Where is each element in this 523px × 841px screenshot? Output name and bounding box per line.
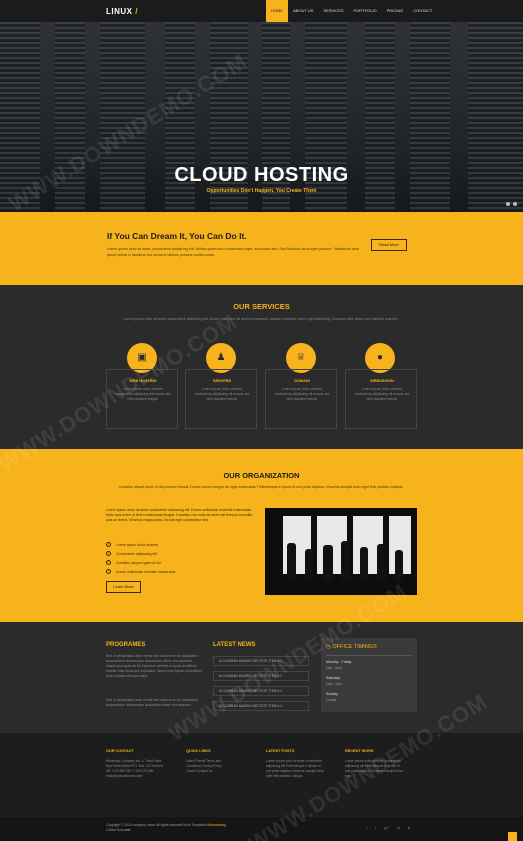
organization-title: OUR ORGANIZATION xyxy=(223,471,300,480)
programs-text: Sed ut perspiciatis unde omnis iste natu… xyxy=(106,654,202,678)
footer-col-text: Lorem ipsum dolor sit amet consectetur a… xyxy=(266,759,325,778)
source-link[interactable]: cwd xyxy=(125,828,131,832)
news-item[interactable]: ACCUMSAN MAURIS NECTEST ITEM # 3 xyxy=(213,686,309,696)
site-logo[interactable]: LINUX / xyxy=(106,7,138,16)
nav-about[interactable]: ABOUT US xyxy=(288,0,318,22)
check-icon: ✓ xyxy=(106,569,111,574)
linkedin-icon[interactable]: in xyxy=(397,825,400,830)
info-section: PROGRAMES Sed ut perspiciatis unde omnis… xyxy=(0,622,523,733)
service-name: WEBDESIGN xyxy=(370,379,394,383)
photo-person xyxy=(305,549,313,581)
learn-more-button[interactable]: Learn More xyxy=(106,581,141,593)
photo-person xyxy=(377,544,387,581)
list-item: ✓ Lorem ipsum dolor sit amet xyxy=(106,542,159,547)
check-icon: ✓ xyxy=(106,560,111,565)
bottom-bar: Copyright © 2014 company name All rights… xyxy=(0,817,523,841)
office-title: ◷ OFFICE TIMINGS xyxy=(326,644,377,650)
news-item[interactable]: ACCUMSAN MAURIS NECTEST ITEM # 2 xyxy=(213,671,309,681)
service-text: Lorem ipsum dolor sit amet consectetur a… xyxy=(274,387,330,401)
service-name: SERVERS xyxy=(212,379,232,383)
service-card-webdesign[interactable]: WEBDESIGN Lorem ipsum dolor sit amet con… xyxy=(345,369,417,429)
office-day: Saturday xyxy=(326,676,341,680)
service-name: WEB HOSTING xyxy=(129,379,157,383)
service-text: Lorem ipsum dolor sit amet consectetur a… xyxy=(354,387,410,401)
services-title: OUR SERVICES xyxy=(233,302,290,311)
hero-subtitle: Opportunities Don't Happen, You Create T… xyxy=(206,188,317,194)
office-hours: 9am - 6pm xyxy=(326,666,342,670)
photo-person xyxy=(287,543,296,581)
clock-icon: ◷ xyxy=(326,644,331,650)
photo-person xyxy=(341,541,350,581)
pinterest-icon[interactable]: p xyxy=(408,825,410,830)
photo-person xyxy=(395,550,403,581)
footer-col-title: QUICK LINKS xyxy=(186,749,211,753)
top-navbar: LINUX / HOME ABOUT US SERVICES PORTFOLIO… xyxy=(0,0,523,22)
footer-links[interactable]: Latest Events Terms and Conditions Priva… xyxy=(186,759,226,774)
service-card-domain[interactable]: DOMAIN Lorem ipsum dolor sit amet consec… xyxy=(265,369,337,429)
office-photo xyxy=(265,508,417,595)
list-item: ✓ Curabitur aliquet quam id dui xyxy=(106,560,161,565)
main-nav: HOME ABOUT US SERVICES PORTFOLIO PRICING… xyxy=(266,0,437,22)
photo-person xyxy=(360,547,368,581)
hero-title: CLOUD HOSTING xyxy=(174,164,349,186)
service-text: Lorem ipsum dolor sit amet consectetur a… xyxy=(115,387,171,401)
organization-section: OUR ORGANIZATION Curabitur aliquet quam … xyxy=(0,449,523,622)
footer-col-title: OUR CONTACT xyxy=(106,749,134,753)
google-plus-icon[interactable]: g+ xyxy=(384,825,389,830)
programs-title: PROGRAMES xyxy=(106,642,146,648)
cta-text: Lorem ipsum dolor sit amet, consectetur … xyxy=(107,247,360,257)
service-text: Lorem ipsum dolor sit amet consectetur a… xyxy=(194,387,250,401)
news-title: LATEST NEWS xyxy=(213,642,256,648)
footer-col-text: Lorem ipsum dolor sit amet consectetur a… xyxy=(345,759,404,778)
copyright: Copyright © 2014 company name All rights… xyxy=(106,823,228,832)
organization-text: Lorem ipsum dolor sit amet consectetur a… xyxy=(106,508,252,522)
services-section: OUR SERVICES Lorem ipsum dolor sit amet,… xyxy=(0,285,523,449)
hero-slider: CLOUD HOSTING Opportunities Don't Happen… xyxy=(0,22,523,212)
footer-col-text: Workshop Company Inc. 4, Tram Road, New … xyxy=(106,759,163,778)
slider-dot[interactable] xyxy=(513,202,517,206)
cta-banner: If You Can Dream It, You Can Do It. Lore… xyxy=(0,212,523,285)
service-name: DOMAIN xyxy=(294,379,310,383)
office-day: Sunday xyxy=(326,692,338,696)
nav-pricing[interactable]: PRICING xyxy=(382,0,409,22)
slider-dot[interactable] xyxy=(506,202,510,206)
nav-contact[interactable]: CONTACT xyxy=(408,0,437,22)
office-hours: Closed xyxy=(326,698,337,702)
social-links: f t g+ in p xyxy=(366,825,410,830)
read-more-button[interactable]: Read More xyxy=(371,239,407,251)
office-day: Monday - Friday xyxy=(326,660,352,664)
nav-home[interactable]: HOME xyxy=(266,0,288,22)
nav-portfolio[interactable]: PORTFOLIO xyxy=(349,0,382,22)
service-card-web-hosting[interactable]: WEB HOSTING Lorem ipsum dolor sit amet c… xyxy=(106,369,178,429)
twitter-icon[interactable]: t xyxy=(375,825,376,830)
office-hours: 9am - 2pm xyxy=(326,682,342,686)
back-to-top-button[interactable] xyxy=(508,832,517,841)
cta-title: If You Can Dream It, You Can Do It. xyxy=(107,231,247,241)
divider xyxy=(326,655,412,656)
news-item[interactable]: ACCUMSAN MAURIS NECTEST ITEM # 1 xyxy=(213,656,309,666)
organization-desc: Curabitur aliquet quam id dui posuere bl… xyxy=(118,485,404,489)
check-icon: ✓ xyxy=(106,542,111,547)
list-item: ✓ Consectetur adipiscing elit xyxy=(106,551,157,556)
programs-text: Sed ut perspiciatis unde omnis iste natu… xyxy=(106,698,198,707)
check-icon: ✓ xyxy=(106,551,111,556)
list-item: ✓ Donec sollicitudin molestie malesuada xyxy=(106,569,176,574)
organization-list: ✓ Lorem ipsum dolor sit amet ✓ Consectetur… xyxy=(106,540,256,576)
services-desc: Lorem ipsum dolor sit amet, consectetur … xyxy=(123,317,399,321)
facebook-icon[interactable]: f xyxy=(366,825,367,830)
news-item[interactable]: ACCUMSAN MAURIS NECTEST ITEM # 4 xyxy=(213,701,309,711)
nav-services[interactable]: SERVICES xyxy=(318,0,348,22)
slider-dots xyxy=(506,202,517,206)
service-card-servers[interactable]: SERVERS Lorem ipsum dolor sit amet conse… xyxy=(185,369,257,429)
footer: OUR CONTACT Workshop Company Inc. 4, Tra… xyxy=(0,733,523,817)
photo-person xyxy=(323,545,333,581)
office-timings: ◷ OFFICE TIMINGS Monday - Friday 9am - 6… xyxy=(321,638,417,712)
footer-col-title: RECENT WORK xyxy=(345,749,374,753)
template-link[interactable]: Mobanwang xyxy=(208,823,226,827)
footer-col-title: LATEST POSTS xyxy=(266,749,295,753)
